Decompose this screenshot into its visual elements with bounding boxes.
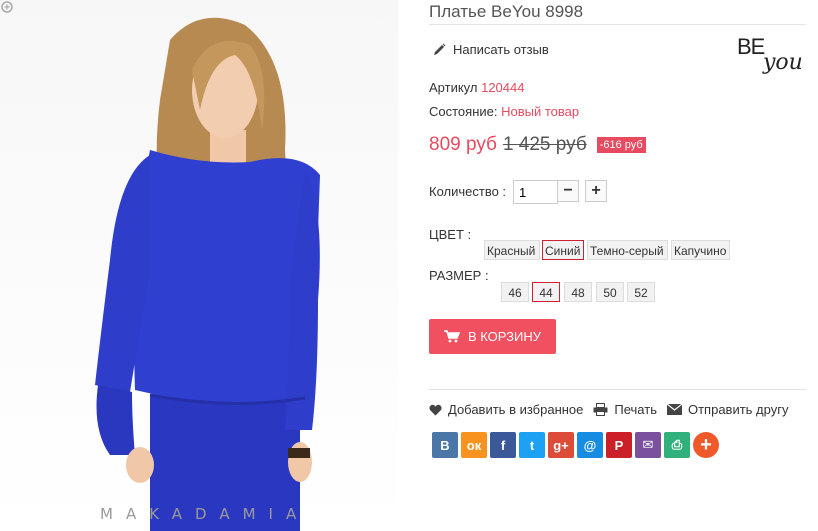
size-option-52[interactable]: 52 (627, 282, 655, 302)
pinterest-icon[interactable]: P (606, 432, 632, 458)
size-option-48[interactable]: 48 (564, 282, 592, 302)
print-icon[interactable]: ⎙ (664, 432, 690, 458)
quantity-label: Количество : (429, 184, 507, 199)
color-option-dark-gray[interactable]: Темно-серый (587, 240, 668, 260)
old-price: 1 425 руб (502, 134, 587, 155)
more-icon[interactable]: + (693, 432, 719, 458)
mail-ru-icon[interactable]: @ (577, 432, 603, 458)
vk-icon[interactable]: B (432, 432, 458, 458)
sku-row: Артикул 120444 (429, 80, 524, 95)
send-to-friend-label: Отправить другу (687, 402, 789, 417)
color-option-blue[interactable]: Синий (542, 240, 584, 260)
divider (429, 24, 806, 25)
model-illustration (95, 17, 320, 531)
brand-logo[interactable]: BE you (737, 34, 807, 80)
add-to-cart-button[interactable]: В КОРЗИНУ (429, 319, 556, 354)
brand-logo-bottom: you (763, 50, 803, 75)
email-icon[interactable]: ✉ (635, 432, 661, 458)
condition-value: Новый товар (501, 104, 580, 119)
color-option-cappuccino[interactable]: Капучино (671, 240, 730, 260)
size-option-44[interactable]: 44 (532, 282, 560, 302)
product-photo[interactable]: MAKADAMIA (0, 0, 398, 531)
color-label: ЦВЕТ : (429, 227, 472, 242)
product-title: Платье BeYou 8998 (429, 2, 584, 21)
brand-logo-top: BE (737, 34, 765, 59)
print-link[interactable]: Печать (593, 402, 657, 417)
price-row: 809 руб 1 425 руб -616 руб (429, 134, 646, 156)
current-price: 809 руб (429, 134, 497, 155)
printer-icon (593, 403, 608, 416)
facebook-icon[interactable]: f (490, 432, 516, 458)
google-plus-icon[interactable]: g+ (548, 432, 574, 458)
condition-row: Состояние: Новый товар (429, 104, 579, 119)
action-links: Добавить в избранное Печать Отправить др… (429, 402, 798, 417)
social-share-bar: B ок f t g+ @ P ✉ ⎙ + (432, 432, 719, 458)
twitter-icon[interactable]: t (519, 432, 545, 458)
condition-label: Состояние: (429, 104, 498, 119)
color-option-red[interactable]: Красный (484, 240, 540, 260)
sku-label: Артикул (429, 80, 478, 95)
write-review-link[interactable]: Написать отзыв (433, 42, 549, 57)
heart-icon (429, 404, 442, 415)
divider (429, 389, 806, 390)
quantity-plus-button[interactable]: + (585, 180, 607, 202)
size-option-46[interactable]: 46 (501, 282, 529, 302)
size-option-50[interactable]: 50 (596, 282, 624, 302)
add-to-favorites-link[interactable]: Добавить в избранное (429, 402, 583, 417)
size-label: РАЗМЕР : (429, 268, 489, 283)
cart-icon (443, 330, 460, 343)
zoom-icon[interactable] (0, 0, 16, 16)
write-review-label: Написать отзыв (453, 42, 549, 57)
watermark: MAKADAMIA (100, 505, 310, 523)
print-label: Печать (614, 402, 657, 417)
send-to-friend-link[interactable]: Отправить другу (666, 402, 789, 417)
add-to-favorites-label: Добавить в избранное (448, 402, 584, 417)
quantity-input[interactable] (513, 180, 558, 204)
discount-badge: -616 руб (596, 137, 646, 153)
sku-value: 120444 (481, 80, 525, 95)
pencil-icon (434, 43, 446, 55)
quantity-minus-button[interactable]: − (557, 180, 579, 202)
odnoklassniki-icon[interactable]: ок (461, 432, 487, 458)
add-to-cart-label: В КОРЗИНУ (467, 329, 542, 344)
envelope-icon (666, 404, 682, 415)
